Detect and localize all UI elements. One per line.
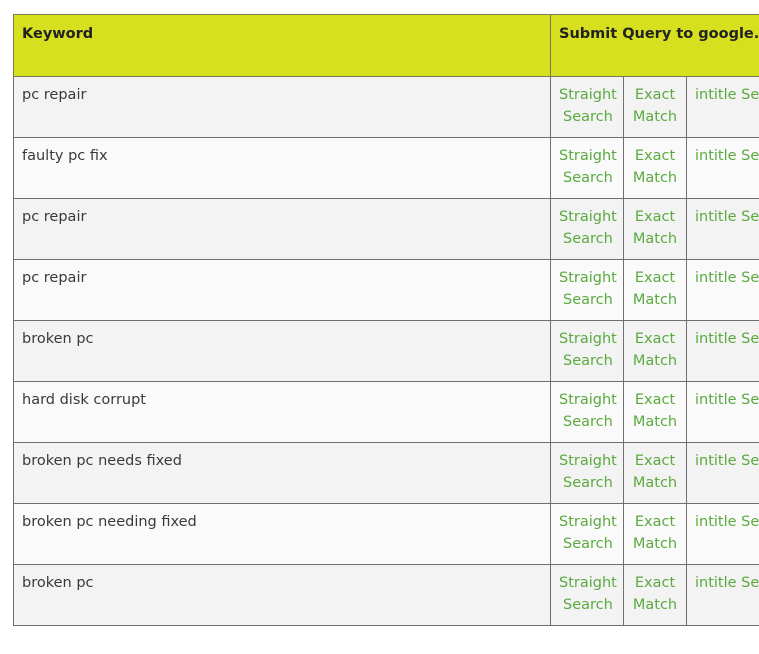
keyword-table: Keyword Submit Query to google.com pc re… [13,14,759,626]
straight-search-link[interactable]: Straight Search [551,77,624,138]
straight-search-link[interactable]: Straight Search [551,138,624,199]
table-row: pc repairStraight Search Exact Match intit… [14,199,759,260]
intitle-search-link[interactable]: intitle Search [687,321,759,382]
table-header-row: Keyword Submit Query to google.com [14,15,759,77]
straight-search-link[interactable]: Straight Search [551,321,624,382]
exact-match-link[interactable]: Exact Match [624,260,687,321]
exact-match-link[interactable]: Exact Match [624,443,687,504]
table-row: pc repairStraight Search Exact Match intit… [14,77,759,138]
keyword-cell: hard disk corrupt [14,382,551,443]
table-row: broken pcStraight Search Exact Match intit… [14,565,759,626]
intitle-search-link[interactable]: intitle Search [687,565,759,626]
exact-match-link-label[interactable]: Exact Match [632,84,678,128]
exact-match-link[interactable]: Exact Match [624,504,687,565]
keyword-cell: pc repair [14,77,551,138]
straight-search-link-label[interactable]: Straight Search [559,84,617,128]
exact-match-link-label[interactable]: Exact Match [632,389,678,433]
table-row: faulty pc fixStraight Search Exact Match i… [14,138,759,199]
intitle-search-link-label[interactable]: intitle Search [695,145,759,167]
straight-search-link[interactable]: Straight Search [551,565,624,626]
straight-search-link-label[interactable]: Straight Search [559,328,617,372]
straight-search-link-label[interactable]: Straight Search [559,267,617,311]
intitle-search-link-label[interactable]: intitle Search [695,206,759,228]
straight-search-link[interactable]: Straight Search [551,382,624,443]
submit-query-column-header: Submit Query to google.com [551,15,759,77]
exact-match-link-label[interactable]: Exact Match [632,450,678,494]
exact-match-link[interactable]: Exact Match [624,565,687,626]
exact-match-link-label[interactable]: Exact Match [632,328,678,372]
exact-match-link-label[interactable]: Exact Match [632,145,678,189]
intitle-search-link-label[interactable]: intitle Search [695,572,759,594]
keyword-column-header: Keyword [14,15,551,77]
keyword-cell: broken pc [14,321,551,382]
keyword-cell: broken pc needing fixed [14,504,551,565]
table-row: hard disk corruptStraight Search Exact Ma… [14,382,759,443]
table-row: pc repairStraight Search Exact Match intit… [14,260,759,321]
keyword-cell: pc repair [14,260,551,321]
exact-match-link-label[interactable]: Exact Match [632,206,678,250]
exact-match-link[interactable]: Exact Match [624,77,687,138]
table-row: broken pcStraight Search Exact Match intit… [14,321,759,382]
straight-search-link[interactable]: Straight Search [551,260,624,321]
intitle-search-link-label[interactable]: intitle Search [695,511,759,533]
intitle-search-link[interactable]: intitle Search [687,77,759,138]
intitle-search-link[interactable]: intitle Search [687,504,759,565]
intitle-search-link-label[interactable]: intitle Search [695,389,759,411]
intitle-search-link[interactable]: intitle Search [687,138,759,199]
exact-match-link-label[interactable]: Exact Match [632,267,678,311]
straight-search-link-label[interactable]: Straight Search [559,572,617,616]
intitle-search-link-label[interactable]: intitle Search [695,328,759,350]
keyword-table-container: Keyword Submit Query to google.com pc re… [13,14,759,654]
intitle-search-link[interactable]: intitle Search [687,382,759,443]
straight-search-link[interactable]: Straight Search [551,504,624,565]
exact-match-link[interactable]: Exact Match [624,138,687,199]
exact-match-link-label[interactable]: Exact Match [632,511,678,555]
keyword-cell: pc repair [14,199,551,260]
intitle-search-link[interactable]: intitle Search [687,199,759,260]
keyword-cell: broken pc needs fixed [14,443,551,504]
table-row: broken pc needs fixedStraight Search Exac… [14,443,759,504]
intitle-search-link[interactable]: intitle Search [687,260,759,321]
straight-search-link-label[interactable]: Straight Search [559,511,617,555]
straight-search-link[interactable]: Straight Search [551,443,624,504]
straight-search-link-label[interactable]: Straight Search [559,145,617,189]
straight-search-link-label[interactable]: Straight Search [559,389,617,433]
exact-match-link[interactable]: Exact Match [624,321,687,382]
straight-search-link-label[interactable]: Straight Search [559,450,617,494]
keyword-cell: faulty pc fix [14,138,551,199]
exact-match-link[interactable]: Exact Match [624,199,687,260]
straight-search-link[interactable]: Straight Search [551,199,624,260]
exact-match-link-label[interactable]: Exact Match [632,572,678,616]
keyword-cell: broken pc [14,565,551,626]
exact-match-link[interactable]: Exact Match [624,382,687,443]
table-row: broken pc needing fixedStraight Search Ex… [14,504,759,565]
straight-search-link-label[interactable]: Straight Search [559,206,617,250]
intitle-search-link-label[interactable]: intitle Search [695,450,759,472]
intitle-search-link[interactable]: intitle Search [687,443,759,504]
intitle-search-link-label[interactable]: intitle Search [695,267,759,289]
intitle-search-link-label[interactable]: intitle Search [695,84,759,106]
